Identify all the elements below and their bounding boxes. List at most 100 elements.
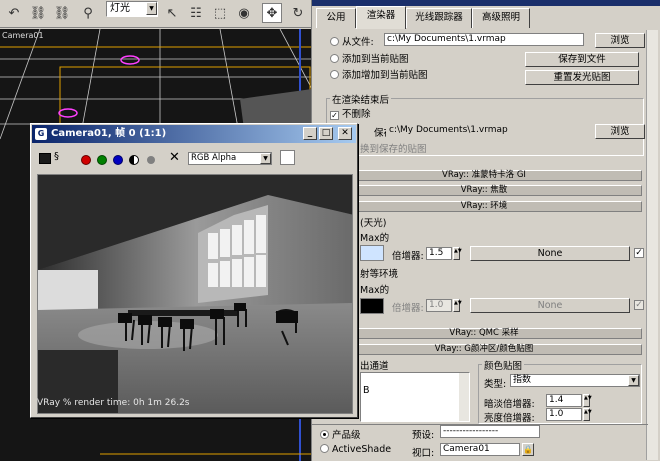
switch-saved-map-label[interactable]: 换到保存的贴图 xyxy=(360,141,427,155)
tab-raytracer[interactable]: 光线跟踪器 xyxy=(406,8,472,28)
multiplier2-input[interactable]: 1.0 xyxy=(426,299,452,312)
radio[interactable] xyxy=(330,54,339,63)
selection-filter-value: 灯光 xyxy=(110,3,130,14)
window-crossing-icon[interactable]: ◉ xyxy=(234,3,254,23)
production-label: 产品级 xyxy=(332,430,361,441)
add-to-current-label: 添加到当前贴图 xyxy=(342,54,409,65)
select-object-icon[interactable]: ↖ xyxy=(162,3,182,23)
select-link-icon[interactable]: ⛓ xyxy=(28,3,48,23)
channel-item[interactable]: B xyxy=(363,385,370,396)
no-delete-checkbox[interactable]: ✓ 不删除 xyxy=(330,106,371,120)
radio[interactable] xyxy=(330,37,339,46)
after-render-title: 在渲染结束后 xyxy=(330,92,392,106)
rollout-qmc-gi[interactable]: VRay:: 准蒙特卡洛 GI xyxy=(326,170,642,181)
type-dropdown[interactable]: 指数 ▼ xyxy=(510,374,640,387)
maximize-icon[interactable]: □ xyxy=(319,127,333,140)
rollout-qmc-sampler[interactable]: VRay:: QMC 采样 xyxy=(326,328,642,339)
multiplier2-label: 倍增器: xyxy=(392,303,424,314)
tab-advanced-lighting[interactable]: 高级照明 xyxy=(472,8,530,28)
channel-scrollbar[interactable] xyxy=(459,373,469,421)
reflect-map-checkbox[interactable]: ✓ xyxy=(634,300,644,310)
skylight-map-button[interactable]: None xyxy=(470,246,630,261)
bright-mult-spinner-icon[interactable]: ▲▼ xyxy=(583,408,592,421)
tab-renderer[interactable]: 渲染器 xyxy=(356,6,406,29)
browse-autosave-button[interactable]: 浏览 xyxy=(595,124,645,139)
view-label: 视口: xyxy=(412,448,435,459)
save-image-icon[interactable] xyxy=(39,153,51,164)
preset-dropdown[interactable]: ----------------- xyxy=(440,425,540,438)
multiplier-input[interactable]: 1.5 xyxy=(426,247,452,260)
bind-space-warp-icon[interactable]: ⚲ xyxy=(78,3,98,23)
channel-list[interactable]: B xyxy=(360,372,470,422)
reflect-map-button[interactable]: None xyxy=(470,298,630,313)
irradiance-file-field[interactable]: c:\My Documents\1.vrmap xyxy=(384,33,584,46)
skylight-map-checkbox[interactable]: ✓ xyxy=(634,248,644,258)
save-to-file-button[interactable]: 保存到文件 xyxy=(525,52,639,67)
skylight-color-swatch[interactable] xyxy=(360,245,384,261)
multiplier-spinner-icon[interactable]: ▲▼ xyxy=(453,247,462,260)
move-icon[interactable]: ✥ xyxy=(262,3,282,23)
clone-frame-icon[interactable]: § xyxy=(54,151,59,162)
rollout-color-mapping[interactable]: VRay:: G颜冲区/颜色贴图 xyxy=(326,344,642,355)
reset-map-button[interactable]: 重置发光贴图 xyxy=(525,70,639,85)
red-channel-icon[interactable] xyxy=(81,155,91,165)
from-file-option[interactable]: 从文件: xyxy=(330,34,374,48)
autosave-path[interactable]: c:\My Documents\1.vrmap xyxy=(386,124,586,137)
tab-common[interactable]: 公用 xyxy=(316,8,356,28)
rendered-image xyxy=(37,174,353,414)
chevron-down-icon[interactable]: ▼ xyxy=(260,153,271,164)
close-icon[interactable]: ✕ xyxy=(338,127,352,140)
alpha-channel-icon[interactable] xyxy=(129,155,139,165)
tab-label: 渲染器 xyxy=(366,10,396,21)
viewport-label[interactable]: Camera01 xyxy=(2,31,44,40)
green-channel-icon[interactable] xyxy=(97,155,107,165)
panel-scrollbar[interactable] xyxy=(646,30,658,460)
radio[interactable] xyxy=(330,70,339,79)
rectangular-selection-icon[interactable]: ⬚ xyxy=(210,3,230,23)
select-by-name-icon[interactable]: ☷ xyxy=(186,3,206,23)
blue-channel-icon[interactable] xyxy=(113,155,123,165)
frame-buffer-window: G Camera01, 帧 0 (1:1) _ □ ✕ § ✕ RGB Alph… xyxy=(30,123,358,418)
activeshade-label: ActiveShade xyxy=(332,444,392,455)
dark-mult-label: 暗淡倍增器: xyxy=(484,399,535,410)
chevron-down-icon[interactable]: ▼ xyxy=(146,2,157,15)
type-label: 类型: xyxy=(484,379,507,390)
channel-select-value: RGB Alpha xyxy=(191,153,237,163)
chevron-down-icon[interactable]: ▼ xyxy=(628,375,639,386)
add-incremental-option[interactable]: 添加增加到当前贴图 xyxy=(330,67,428,81)
bright-mult-input[interactable]: 1.0 xyxy=(546,408,582,421)
production-option[interactable]: 产品级 xyxy=(320,427,361,441)
view-dropdown[interactable]: Camera01 xyxy=(440,443,520,456)
radio[interactable] xyxy=(320,430,329,439)
dark-mult-spinner-icon[interactable]: ▲▼ xyxy=(583,394,592,407)
clear-icon[interactable]: ✕ xyxy=(169,150,180,165)
rollout-environment[interactable]: VRay:: 环境 xyxy=(326,201,642,212)
tab-label: 光线跟踪器 xyxy=(415,12,463,23)
unlink-icon[interactable]: ⛓ xyxy=(52,3,72,23)
rotate-icon[interactable]: ↻ xyxy=(288,3,308,23)
channel-select-dropdown[interactable]: RGB Alpha ▼ xyxy=(188,152,272,165)
max-label-1: Max的 xyxy=(360,233,390,244)
radio[interactable] xyxy=(320,444,329,453)
main-toolbar: ↶ ⛓ ⛓ ⚲ 灯光 ▼ ↖ ☷ ⬚ ◉ ✥ ↻ xyxy=(0,0,312,28)
no-delete-label: 不删除 xyxy=(342,109,371,120)
activeshade-option[interactable]: ActiveShade xyxy=(320,444,391,455)
add-to-current-option[interactable]: 添加到当前贴图 xyxy=(330,51,409,65)
checkmark-icon[interactable]: ✓ xyxy=(330,111,339,120)
frame-buffer-title-bar[interactable]: G Camera01, 帧 0 (1:1) _ □ ✕ xyxy=(32,125,356,143)
reflect-color-swatch[interactable] xyxy=(360,298,384,314)
multiplier2-spinner-icon[interactable]: ▲▼ xyxy=(453,299,462,312)
mono-icon[interactable] xyxy=(147,156,155,164)
rollout-caustics[interactable]: VRay:: 焦散 xyxy=(326,185,642,196)
tab-label: 公用 xyxy=(326,12,346,23)
browse-button[interactable]: 浏览 xyxy=(595,33,645,48)
color-swatch[interactable] xyxy=(280,150,295,165)
selection-filter-dropdown[interactable]: 灯光 ▼ xyxy=(106,1,158,17)
render-illustration xyxy=(38,175,352,413)
app-icon: G xyxy=(35,128,47,140)
minimize-icon[interactable]: _ xyxy=(303,127,317,140)
lock-icon[interactable]: 🔒 xyxy=(522,443,534,456)
undo-icon[interactable]: ↶ xyxy=(4,3,24,23)
dark-mult-input[interactable]: 1.4 xyxy=(546,394,582,407)
color-map-title: 颜色贴图 xyxy=(482,358,525,372)
